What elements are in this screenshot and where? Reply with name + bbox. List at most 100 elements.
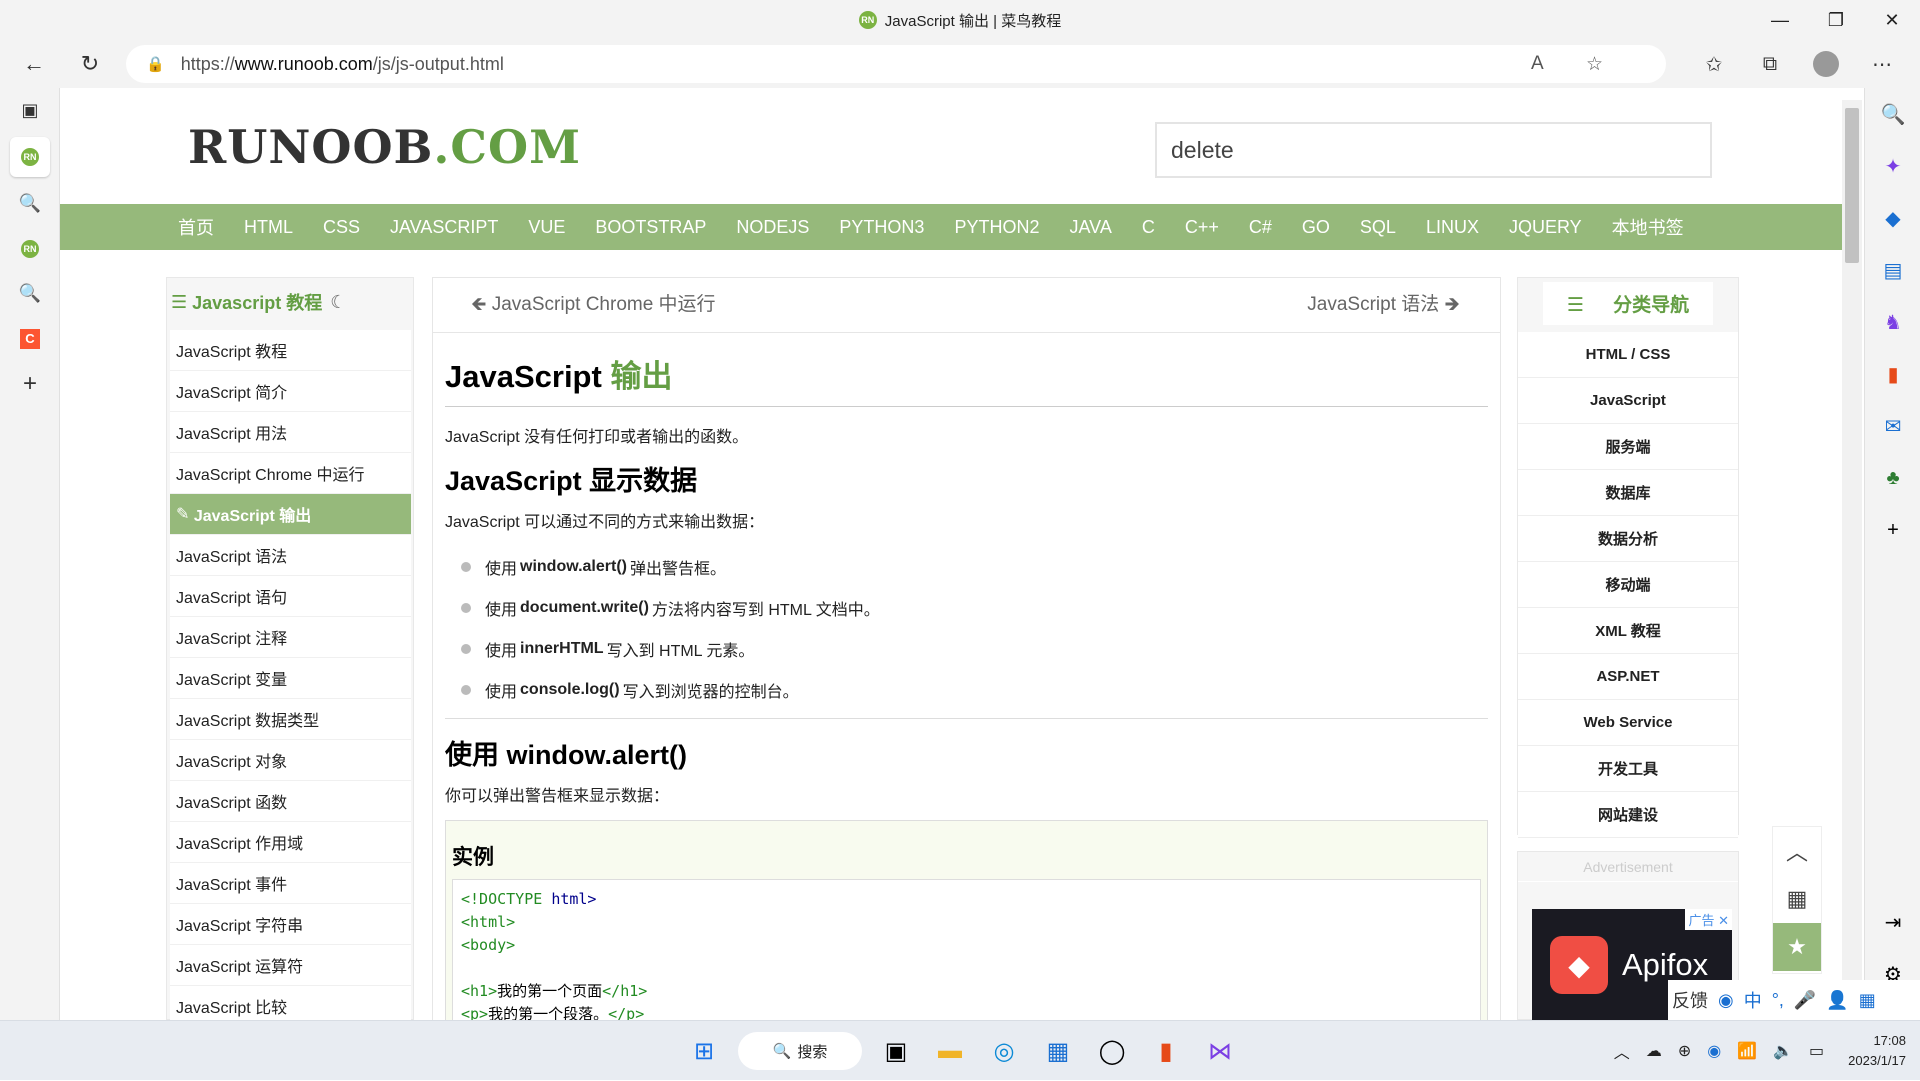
collections-icon[interactable]: ⧉ [1742, 53, 1798, 76]
tab-actions-icon[interactable]: ▣ [0, 88, 60, 133]
nav-item[interactable]: BOOTSTRAP [595, 217, 706, 238]
ifly-tray-icon[interactable]: ◉ [1707, 1041, 1721, 1061]
nav-item[interactable]: SQL [1360, 217, 1396, 238]
ifly-icon[interactable]: ◉ [1718, 990, 1734, 1011]
dell-icon[interactable]: ◯ [1092, 1031, 1132, 1071]
menu-item[interactable]: JavaScript 语句 [170, 576, 411, 617]
category-item[interactable]: 移动端 [1518, 562, 1738, 608]
tab-search2-icon[interactable]: 🔍 [0, 271, 60, 316]
office-icon[interactable]: ▮ [1865, 348, 1920, 400]
punct-icon[interactable]: °, [1772, 990, 1784, 1011]
task-view-icon[interactable]: ▣ [876, 1031, 916, 1071]
category-item[interactable]: 数据库 [1518, 470, 1738, 516]
taskbar-search[interactable]: 🔍 搜索 [738, 1032, 862, 1070]
profile-avatar[interactable] [1798, 51, 1854, 77]
category-item[interactable]: Web Service [1518, 700, 1738, 746]
favorites-icon[interactable]: ✩ [1686, 52, 1742, 77]
menu-item[interactable]: JavaScript 运算符 [170, 945, 411, 986]
nav-item[interactable]: NODEJS [736, 217, 809, 238]
next-link[interactable]: JavaScript 语法 🡺 [1307, 289, 1460, 322]
menu-item[interactable]: JavaScript 教程 [170, 330, 411, 371]
tray-app-icon[interactable]: ⊕ [1678, 1041, 1691, 1061]
back-to-top-icon[interactable]: ︿ [1773, 827, 1821, 875]
nav-item[interactable]: C [1142, 217, 1155, 238]
menu-item[interactable]: JavaScript 简介 [170, 371, 411, 412]
category-item[interactable]: ASP.NET [1518, 654, 1738, 700]
category-item[interactable]: HTML / CSS [1518, 332, 1738, 378]
menu-item[interactable]: JavaScript 变量 [170, 658, 411, 699]
menu-item[interactable]: JavaScript 字符串 [170, 904, 411, 945]
add-sidebar-icon[interactable]: + [1865, 504, 1920, 556]
back-button[interactable]: ← [14, 44, 54, 84]
tray-chevron-icon[interactable]: ︿ [1614, 1039, 1630, 1063]
menu-item[interactable]: JavaScript 语法 [170, 535, 411, 576]
menu-item[interactable]: JavaScript 事件 [170, 863, 411, 904]
nav-item[interactable]: C++ [1185, 217, 1219, 238]
shopping-icon[interactable]: ◆ [1865, 192, 1920, 244]
page-scrollbar[interactable] [1842, 100, 1862, 1020]
grid-icon[interactable]: ▦ [1859, 990, 1876, 1011]
category-item[interactable]: 网站建设 [1518, 792, 1738, 838]
nav-item[interactable]: VUE [528, 217, 565, 238]
sidebar-search-icon[interactable]: 🔍 [1865, 88, 1920, 140]
nav-item[interactable]: PYTHON2 [954, 217, 1039, 238]
address-bar[interactable]: 🔒 https://www.runoob.com/js/js-output.ht… [126, 45, 1666, 83]
menu-item[interactable]: JavaScript 注释 [170, 617, 411, 658]
nav-item[interactable]: CSS [323, 217, 360, 238]
tab-search-icon[interactable]: 🔍 [0, 181, 60, 226]
copilot-icon[interactable]: ✦ [1865, 140, 1920, 192]
user-icon[interactable]: 👤 [1826, 990, 1848, 1011]
feedback-button[interactable]: 反馈 [1672, 987, 1708, 1013]
outlook-icon[interactable]: ✉ [1865, 400, 1920, 452]
ad-tag[interactable]: 广告 ✕ [1685, 909, 1732, 930]
menu-item[interactable]: JavaScript 用法 [170, 412, 411, 453]
nav-item[interactable]: JQUERY [1509, 217, 1582, 238]
site-search-input[interactable]: delete [1155, 122, 1712, 178]
qrcode-icon[interactable]: ▦ [1773, 875, 1821, 923]
nav-item[interactable]: 首页 [178, 214, 214, 240]
bookmark-star-icon[interactable]: ★ [1773, 923, 1821, 971]
tab-csdn-icon[interactable]: C [0, 316, 60, 361]
category-item[interactable]: JavaScript [1518, 378, 1738, 424]
category-item[interactable]: 数据分析 [1518, 516, 1738, 562]
tab-runoob2-icon[interactable]: RN [0, 226, 60, 271]
tree-icon[interactable]: ♣ [1865, 452, 1920, 504]
mic-icon[interactable]: 🎤 [1794, 990, 1816, 1011]
volume-icon[interactable]: 🔈 [1773, 1041, 1793, 1061]
menu-item[interactable]: JavaScript 函数 [170, 781, 411, 822]
nav-item[interactable]: JAVA [1069, 217, 1111, 238]
moon-icon[interactable]: ☾ [330, 292, 346, 313]
wifi-icon[interactable]: 📶 [1737, 1041, 1757, 1061]
store-icon[interactable]: ▦ [1038, 1031, 1078, 1071]
hide-sidebar-icon[interactable]: ⇥ [1865, 896, 1920, 948]
clock[interactable]: 17:08 2023/1/17 [1848, 1031, 1906, 1071]
file-explorer-icon[interactable]: ▬ [930, 1031, 970, 1071]
site-logo[interactable]: RUNOOB.COM [188, 120, 581, 174]
menu-item[interactable]: JavaScript 数据类型 [170, 699, 411, 740]
add-favorite-icon[interactable]: ☆ [1586, 53, 1603, 76]
visual-studio-icon[interactable]: ⋈ [1200, 1031, 1240, 1071]
restore-button[interactable]: ❐ [1808, 0, 1864, 40]
category-item[interactable]: 服务端 [1518, 424, 1738, 470]
more-menu-icon[interactable]: ⋯ [1854, 52, 1910, 77]
windows-start-icon[interactable]: ⊞ [684, 1031, 724, 1071]
tab-runoob-icon[interactable]: RN [10, 137, 50, 177]
menu-item-active[interactable]: ✎ JavaScript 输出 [170, 494, 411, 535]
onedrive-icon[interactable]: ☁ [1646, 1041, 1662, 1061]
nav-item[interactable]: HTML [244, 217, 293, 238]
nav-item[interactable]: 本地书签 [1612, 214, 1684, 240]
nav-item[interactable]: GO [1302, 217, 1330, 238]
new-tab-icon[interactable]: + [0, 361, 60, 406]
tools-icon[interactable]: ▤ [1865, 244, 1920, 296]
games-icon[interactable]: ♞ [1865, 296, 1920, 348]
menu-item[interactable]: JavaScript Chrome 中运行 [170, 453, 411, 494]
nav-item[interactable]: C# [1249, 217, 1272, 238]
ime-lang[interactable]: 中 [1744, 987, 1762, 1013]
close-button[interactable]: ✕ [1864, 0, 1920, 40]
prev-link[interactable]: 🡸 JavaScript Chrome 中运行 [471, 289, 716, 322]
refresh-button[interactable]: ↻ [70, 44, 110, 84]
nav-item[interactable]: JAVASCRIPT [390, 217, 498, 238]
menu-item[interactable]: JavaScript 作用域 [170, 822, 411, 863]
category-item[interactable]: XML 教程 [1518, 608, 1738, 654]
menu-item[interactable]: JavaScript 对象 [170, 740, 411, 781]
